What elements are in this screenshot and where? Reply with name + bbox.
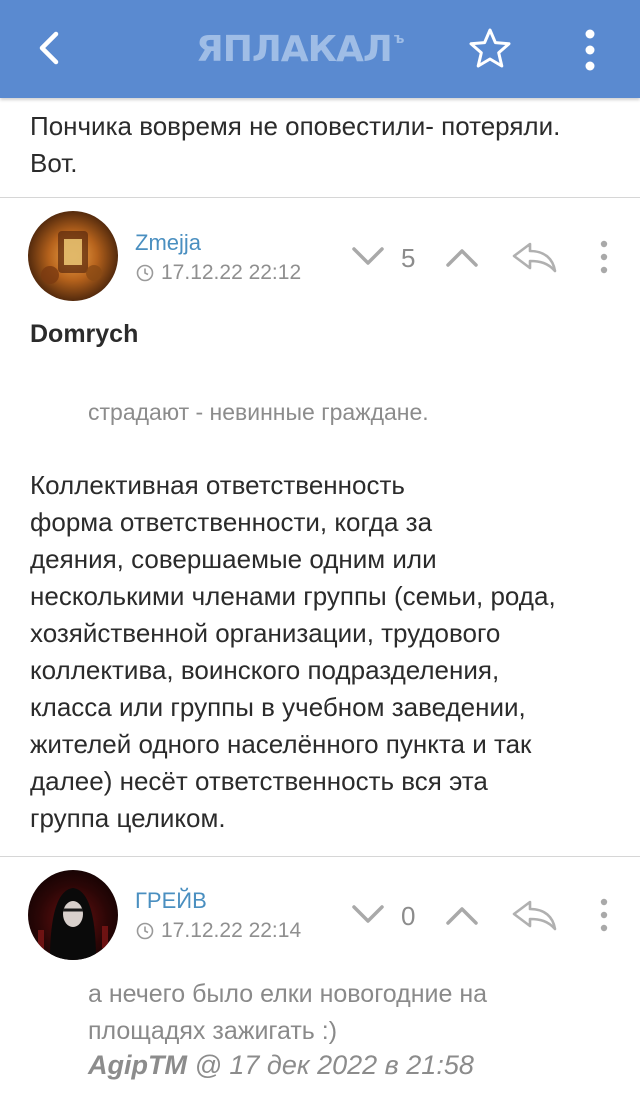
comment-timestamp: 17.12.22 22:14 (136, 919, 301, 943)
comment-divider (0, 856, 640, 857)
comment-score: 5 (401, 243, 416, 273)
clock-icon (136, 922, 154, 940)
comment-timestamp: 17.12.22 22:12 (136, 261, 301, 285)
more-vertical-icon (585, 29, 595, 71)
chevron-down-icon (352, 247, 384, 265)
avatar-image (28, 870, 118, 960)
username[interactable]: ГРЕЙВ (135, 888, 207, 914)
downvote-button[interactable] (348, 240, 388, 274)
reply-button[interactable] (510, 240, 558, 274)
quote-line: площадях зажигать :) (88, 1017, 338, 1045)
comment-body-line: группа целиком. (30, 803, 226, 833)
downvote-button[interactable] (348, 898, 388, 932)
timestamp-text: 17.12.22 22:14 (161, 919, 302, 942)
avatar[interactable] (28, 211, 118, 301)
upvote-button[interactable] (442, 898, 482, 932)
comment-menu-button[interactable] (594, 238, 614, 276)
quote-signature: AgipTM @ 17 дек 2022 в 21:58 (88, 1050, 474, 1081)
logo-text: ЯПЛАКАЛ (196, 29, 393, 70)
comment-body: Коллективная ответственность форма ответ… (30, 467, 630, 837)
avatar[interactable] (28, 870, 118, 960)
quote-signature-author[interactable]: AgipTM (88, 1050, 187, 1080)
more-vertical-icon (600, 898, 608, 932)
comment-body-line: несколькими членами группы (семьи, рода, (30, 581, 556, 611)
chevron-left-icon (39, 31, 59, 65)
comment-body-line: Коллективная ответственность (30, 470, 405, 500)
timestamp-text: 17.12.22 22:12 (161, 261, 302, 284)
upvote-button[interactable] (442, 240, 482, 274)
avatar-image (28, 211, 118, 301)
comment-body-line: класса или группы в учебном заведении, (30, 692, 526, 722)
menu-button[interactable] (574, 26, 606, 74)
quote-line: а нечего было елки новогодние на (88, 980, 488, 1008)
clock-icon (136, 264, 154, 282)
comment-body-line: хозяйственной организации, трудового (30, 618, 501, 648)
chevron-up-icon (446, 907, 478, 925)
chevron-down-icon (352, 905, 384, 923)
reply-button[interactable] (510, 898, 558, 932)
comment-divider (0, 197, 640, 198)
previous-comment-line: Вот. (30, 148, 78, 178)
comment-body-line: жителей одного населённого пункта и так (30, 729, 532, 759)
more-vertical-icon (600, 240, 608, 274)
quote-text: а нечего было елки новогодние на площадя… (88, 976, 487, 1050)
favorite-button[interactable] (466, 26, 514, 72)
comment-body-line: деяния, совершаемые одним или (30, 544, 437, 574)
comment-body-line: форма ответственности, когда за (30, 507, 433, 537)
back-button[interactable] (30, 24, 70, 72)
comment-body-line: далее) несёт ответственность вся эта (30, 766, 488, 796)
star-outline-icon (469, 28, 511, 68)
logo-sup: ъ (393, 31, 404, 47)
username[interactable]: Zmejja (135, 230, 201, 256)
comment-body-line: коллектива, воинского подразделения, (30, 655, 500, 685)
reply-arrow-icon (512, 242, 557, 273)
chevron-up-icon (446, 249, 478, 267)
app-header: ЯПЛАКАЛ ъ (0, 0, 640, 98)
previous-comment-line: Пончика вовремя не оповестили- потеряли. (30, 111, 561, 141)
quote-author: Domrych (30, 320, 139, 348)
quote-signature-date: @ 17 дек 2022 в 21:58 (186, 1050, 474, 1080)
comment-menu-button[interactable] (594, 896, 614, 934)
site-logo[interactable]: ЯПЛАКАЛ ъ (196, 28, 446, 72)
reply-arrow-icon (512, 900, 557, 931)
quote-text: страдают - невинные граждане. (88, 399, 429, 425)
comment-score: 0 (401, 901, 416, 931)
